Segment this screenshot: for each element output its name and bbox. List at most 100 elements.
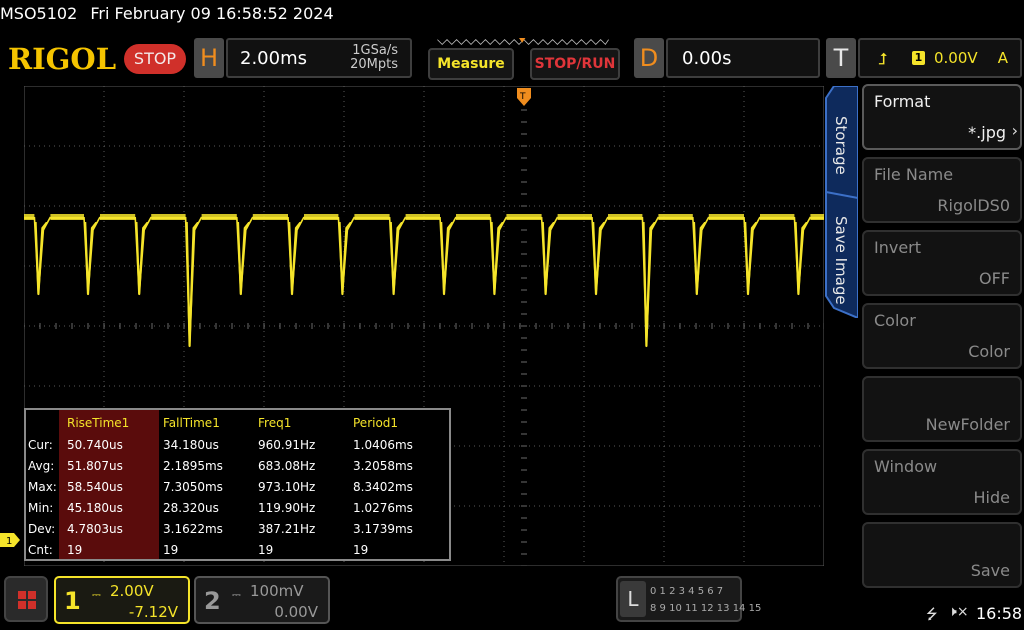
menu-item-value: NewFolder <box>925 415 1010 434</box>
channel-2-offset: 0.00V <box>274 603 318 621</box>
channel-2-scale: 100mV <box>250 582 304 600</box>
acquisition-info: 1GSa/s 20Mpts <box>350 44 398 72</box>
memory-depth: 20Mpts <box>350 57 398 72</box>
logic-channels-low: 0 1 2 3 4 5 6 7 <box>650 586 724 597</box>
sample-rate: 1GSa/s <box>352 43 398 58</box>
measurement-cell: 683.08Hz <box>258 459 316 473</box>
trigger-button[interactable]: T <box>826 38 856 78</box>
trigger-source: 1 <box>912 51 925 65</box>
channel-1-box[interactable]: 1 ⎓ 2.00V -7.12V <box>54 576 190 624</box>
measurement-cell: 19 <box>163 543 179 557</box>
menu-item-title: File Name <box>874 165 954 184</box>
svg-text:T: T <box>519 92 526 102</box>
header-risetime[interactable]: RiseTime1 <box>67 416 129 430</box>
trigger-params[interactable]: ⮥ 1 0.00V A <box>858 38 1022 78</box>
menu-item-invert[interactable]: Invert OFF <box>862 230 1022 296</box>
datetime: Fri February 09 16:58:52 2024 <box>90 4 334 23</box>
menu-dot <box>28 601 36 609</box>
stop-run-button[interactable]: STOP/RUN <box>530 48 620 80</box>
menu-item-value: Hide <box>973 488 1010 507</box>
measurement-cell: 50.740us <box>67 438 123 452</box>
measurement-cell: 119.90Hz <box>258 501 316 515</box>
logic-channels-high: 8 9 10 11 12 13 14 15 <box>650 603 762 614</box>
measure-button[interactable]: Measure <box>428 48 514 80</box>
channel-1-offset: -7.12V <box>128 603 178 621</box>
chevron-right-icon: › <box>1011 121 1018 140</box>
row-label: Dev: <box>28 522 56 536</box>
measurement-cell: 2.1895ms <box>163 459 223 473</box>
run-state-badge[interactable]: STOP <box>124 44 186 74</box>
menu-item-value: OFF <box>979 269 1010 288</box>
logic-letter: L <box>620 581 646 617</box>
delay-params[interactable]: 0.00s <box>666 38 820 78</box>
channel-2-box[interactable]: 2 ⎓ 100mV 0.00V <box>194 576 330 624</box>
measurement-cell: 19 <box>67 543 83 557</box>
measurement-cell: 51.807us <box>67 459 123 473</box>
tab-save-image[interactable]: Save Image <box>832 216 850 305</box>
menu-item-newfolder[interactable]: NewFolder <box>862 376 1022 442</box>
measurement-cell: 1.0406ms <box>353 438 413 452</box>
svg-text:1: 1 <box>6 536 12 547</box>
menu-item-title: Color <box>874 311 916 330</box>
ch1-ground-marker[interactable]: 1 <box>0 533 20 547</box>
speaker-muted-icon[interactable]: 🕨× <box>948 604 969 620</box>
trigger-level: 0.00V <box>934 49 978 67</box>
header-period[interactable]: Period1 <box>353 416 398 430</box>
dc-coupling-icon: ⎓ <box>92 588 101 601</box>
brand-logo: RIGOL <box>8 42 117 76</box>
dc-coupling-icon: ⎓ <box>232 588 241 601</box>
horizontal-button[interactable]: H <box>194 38 224 78</box>
side-menu: Format *.jpg › File Name RigolDS0 Invert OFF Co… <box>856 80 1024 588</box>
channel-2-number: 2 <box>204 587 221 615</box>
top-toolbar: RIGOL STOP H 2.00ms 1GSa/s 20Mpts Measur… <box>0 36 1024 84</box>
header-falltime[interactable]: FallTime1 <box>163 416 220 430</box>
measurement-cell: 387.21Hz <box>258 522 316 536</box>
menu-item-value: Color <box>968 342 1010 361</box>
channel-1-scale: 2.00V <box>110 582 154 600</box>
menu-item-color[interactable]: Color Color <box>862 303 1022 369</box>
measurement-cell: 58.540us <box>67 480 123 494</box>
timebase-value: 2.00ms <box>240 48 307 69</box>
system-clock: 16:58 <box>976 604 1023 623</box>
logic-analyzer-box[interactable]: L 0 1 2 3 4 5 6 7 8 9 10 11 12 13 14 15 <box>616 576 761 622</box>
menu-item-format[interactable]: Format *.jpg › <box>862 84 1022 150</box>
measurement-cell: 960.91Hz <box>258 438 316 452</box>
measurement-cell: 3.1739ms <box>353 522 413 536</box>
row-label: Cnt: <box>28 543 53 557</box>
menu-item-value: RigolDS0 <box>937 196 1010 215</box>
delay-value: 0.00s <box>682 48 732 69</box>
menu-dot <box>18 591 26 599</box>
row-label: Max: <box>28 480 57 494</box>
measurement-cell: 19 <box>353 543 369 557</box>
tab-storage[interactable]: Storage <box>832 116 850 175</box>
main-menu-button[interactable] <box>4 576 48 622</box>
status-line: MSO5102 Fri February 09 16:58:52 2024 <box>0 4 342 28</box>
header-freq[interactable]: Freq1 <box>258 416 291 430</box>
measurement-cell: 45.180us <box>67 501 123 515</box>
measurement-cell: 3.2058ms <box>353 459 413 473</box>
model-name: MSO5102 <box>0 4 78 23</box>
row-label: Min: <box>28 501 54 515</box>
side-tab[interactable]: Storage Save Image <box>824 86 858 318</box>
rising-edge-icon: ⮥ <box>878 49 888 68</box>
menu-item-window[interactable]: Window Hide <box>862 449 1022 515</box>
measurement-cell: 973.10Hz <box>258 480 316 494</box>
measurement-cell: 34.180us <box>163 438 219 452</box>
row-label: Cur: <box>28 438 53 452</box>
menu-item-title: Window <box>874 457 938 476</box>
measurement-cell: 3.1622ms <box>163 522 223 536</box>
menu-item-value: *.jpg <box>968 123 1006 142</box>
trigger-mode: A <box>997 49 1008 67</box>
usb-icon: ⭍ <box>926 607 938 623</box>
row-label: Avg: <box>28 459 55 473</box>
channel-1-number: 1 <box>64 587 81 615</box>
delay-button[interactable]: D <box>634 38 664 78</box>
menu-item-title: Format <box>874 92 931 111</box>
menu-item-file-name[interactable]: File Name RigolDS0 <box>862 157 1022 223</box>
measurement-cell: 7.3050ms <box>163 480 223 494</box>
trigger-position-marker: T <box>517 88 531 106</box>
menu-dot <box>18 601 26 609</box>
measurement-cell: 28.320us <box>163 501 219 515</box>
menu-dot <box>28 591 36 599</box>
horizontal-params[interactable]: 2.00ms 1GSa/s 20Mpts <box>226 38 412 78</box>
